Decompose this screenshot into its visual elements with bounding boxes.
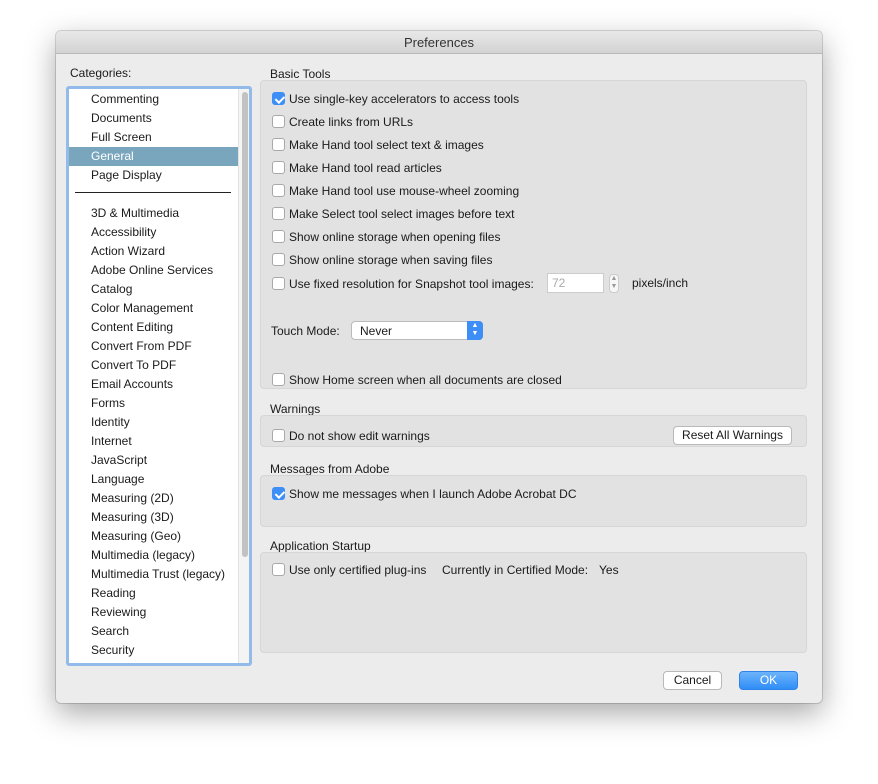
list-item[interactable]: Action Wizard [91,242,165,261]
list-item[interactable]: Reviewing [91,603,146,622]
certified-plugins-checkbox[interactable] [272,563,285,576]
option-checkbox[interactable] [272,253,285,266]
list-item-selected[interactable]: General [69,147,238,166]
list-item[interactable]: Convert To PDF [91,356,176,375]
categories-label: Categories: [70,66,132,80]
option-checkbox[interactable] [272,277,285,290]
startup-title: Application Startup [270,539,371,553]
touch-mode-value: Never [360,324,393,338]
list-item[interactable]: Identity [91,413,130,432]
list-item[interactable]: Language [91,470,144,489]
touch-mode-label: Touch Mode: [271,324,340,338]
option-label: Show online storage when opening files [289,230,501,244]
option-checkbox[interactable] [272,184,285,197]
list-item[interactable]: JavaScript [91,451,147,470]
list-item[interactable]: Content Editing [91,318,173,337]
option-checkbox[interactable] [272,207,285,220]
list-item[interactable]: Documents [91,109,152,128]
messages-checkbox[interactable] [272,487,285,500]
list-divider [75,192,231,193]
list-item[interactable]: Measuring (3D) [91,508,174,527]
list-item[interactable]: Forms [91,394,125,413]
list-item[interactable]: Convert From PDF [91,337,192,356]
list-item[interactable]: Commenting [91,90,159,109]
list-item[interactable]: Multimedia Trust (legacy) [91,565,225,584]
option-label: Make Select tool select images before te… [289,207,515,221]
option-label: Use single-key accelerators to access to… [289,92,520,106]
option-label: Use fixed resolution for Snapshot tool i… [289,277,534,291]
scrollbar-thumb[interactable] [242,92,248,557]
certified-mode-value: Yes [599,563,619,577]
basic-tools-title: Basic Tools [270,67,331,81]
cancel-button[interactable]: Cancel [663,671,722,690]
list-scrollbar[interactable] [238,89,249,663]
list-item[interactable]: Measuring (2D) [91,489,174,508]
list-item-label: General [91,149,134,163]
warnings-title: Warnings [270,402,321,416]
list-item[interactable]: Color Management [91,299,193,318]
option-checkbox[interactable] [272,92,285,105]
certified-mode-label: Currently in Certified Mode: [442,563,589,577]
list-item[interactable]: Adobe Online Services [91,261,213,280]
touch-mode-select[interactable]: Never ▲ ▼ [351,321,483,340]
option-checkbox[interactable] [272,161,285,174]
home-screen-label: Show Home screen when all documents are … [289,373,562,387]
reset-warnings-button[interactable]: Reset All Warnings [673,426,792,445]
list-item[interactable]: Multimedia (legacy) [91,546,195,565]
option-checkbox[interactable] [272,138,285,151]
chevron-updown-icon: ▲ ▼ [467,321,483,340]
option-checkbox[interactable] [272,115,285,128]
resolution-input[interactable]: 72 [547,273,604,293]
option-label: Make Hand tool select text & images [289,138,484,152]
list-item[interactable]: 3D & Multimedia [91,204,179,223]
ok-button[interactable]: OK [739,671,798,690]
home-screen-checkbox[interactable] [272,373,285,386]
list-item[interactable]: Measuring (Geo) [91,527,181,546]
option-label: Make Hand tool use mouse-wheel zooming [289,184,520,198]
option-label: Make Hand tool read articles [289,161,442,175]
edit-warnings-checkbox[interactable] [272,429,285,442]
messages-title: Messages from Adobe [270,462,390,476]
list-item[interactable]: Search [91,622,129,641]
list-item[interactable]: Reading [91,584,136,603]
list-item[interactable]: Security [91,641,134,660]
list-item[interactable]: Catalog [91,280,132,299]
list-item[interactable]: Email Accounts [91,375,173,394]
messages-label: Show me messages when I launch Adobe Acr… [289,487,577,501]
messages-panel [260,475,807,527]
certified-plugins-label: Use only certified plug-ins [289,563,427,577]
list-item[interactable]: Internet [91,432,132,451]
list-item[interactable]: Full Screen [91,128,152,147]
resolution-stepper[interactable]: ▲ ▼ [609,274,619,293]
list-item[interactable]: Page Display [91,166,162,185]
option-label: Create links from URLs [289,115,414,129]
edit-warnings-label: Do not show edit warnings [289,429,430,443]
list-item[interactable]: Security (Enhanced) [91,660,200,663]
option-checkbox[interactable] [272,230,285,243]
list-item[interactable]: Accessibility [91,223,156,242]
window-title: Preferences [56,31,822,54]
categories-list[interactable]: Commenting Documents Full Screen General Pag… [66,86,252,666]
resolution-unit: pixels/inch [632,276,689,290]
option-label: Show online storage when saving files [289,253,493,267]
